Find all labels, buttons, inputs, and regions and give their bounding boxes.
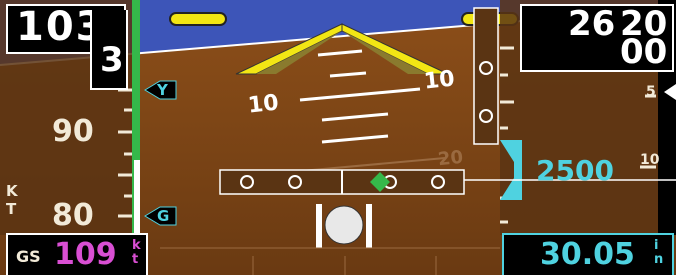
groundspeed-unit: k t xyxy=(132,239,141,267)
barometer-unit: i n xyxy=(654,239,663,267)
wing-bar-left xyxy=(169,12,227,26)
primary-flight-display: 10 10 20 90 80 K T Y G 103 3 26 20 00 5 … xyxy=(0,0,676,275)
airspeed-tape-90: 90 xyxy=(52,114,94,149)
altitude-drum: 00 xyxy=(620,32,668,72)
altitude-value: 26 xyxy=(568,4,616,44)
groundspeed-unit-t: t xyxy=(132,252,139,267)
groundspeed-readout: GS 109 k t xyxy=(6,233,148,275)
airspeed-readout: 103 3 xyxy=(6,4,128,90)
slip-bracket-right xyxy=(366,204,372,248)
groundspeed-value: 109 xyxy=(54,237,117,272)
groundspeed-label: GS xyxy=(16,247,41,266)
g-speed-bug-label: G xyxy=(157,207,170,225)
airspeed-tape-80: 80 xyxy=(52,198,94,233)
barometer-value: 30.05 xyxy=(540,237,635,272)
airspeed-drum-digit: 3 xyxy=(100,40,124,80)
airspeed-white-arc xyxy=(134,160,140,235)
barometer-unit-i: i xyxy=(654,238,659,253)
pitch-label-left: 10 xyxy=(246,90,280,119)
airspeed-unit-t: T xyxy=(6,200,17,218)
slip-ball xyxy=(324,205,364,245)
glideslope-scale xyxy=(473,7,499,145)
groundspeed-unit-k: k xyxy=(132,238,141,253)
y-speed-bug-label: Y xyxy=(157,81,168,99)
barometer-unit-n: n xyxy=(654,252,664,267)
altitude-readout: 26 20 00 xyxy=(520,4,674,72)
vs-mark-5: 5 xyxy=(646,84,656,100)
vs-mark-10: 10 xyxy=(640,152,660,168)
pitch-label-right-20: 20 xyxy=(436,146,465,171)
airspeed-drum: 3 xyxy=(90,10,128,90)
pitch-label-right: 10 xyxy=(422,66,456,95)
barometer-setting[interactable]: 30.05 i n xyxy=(502,233,674,275)
slip-bracket-left xyxy=(316,204,322,248)
selected-altitude-value: 2500 xyxy=(536,154,614,187)
airspeed-unit-k: K xyxy=(6,182,18,200)
